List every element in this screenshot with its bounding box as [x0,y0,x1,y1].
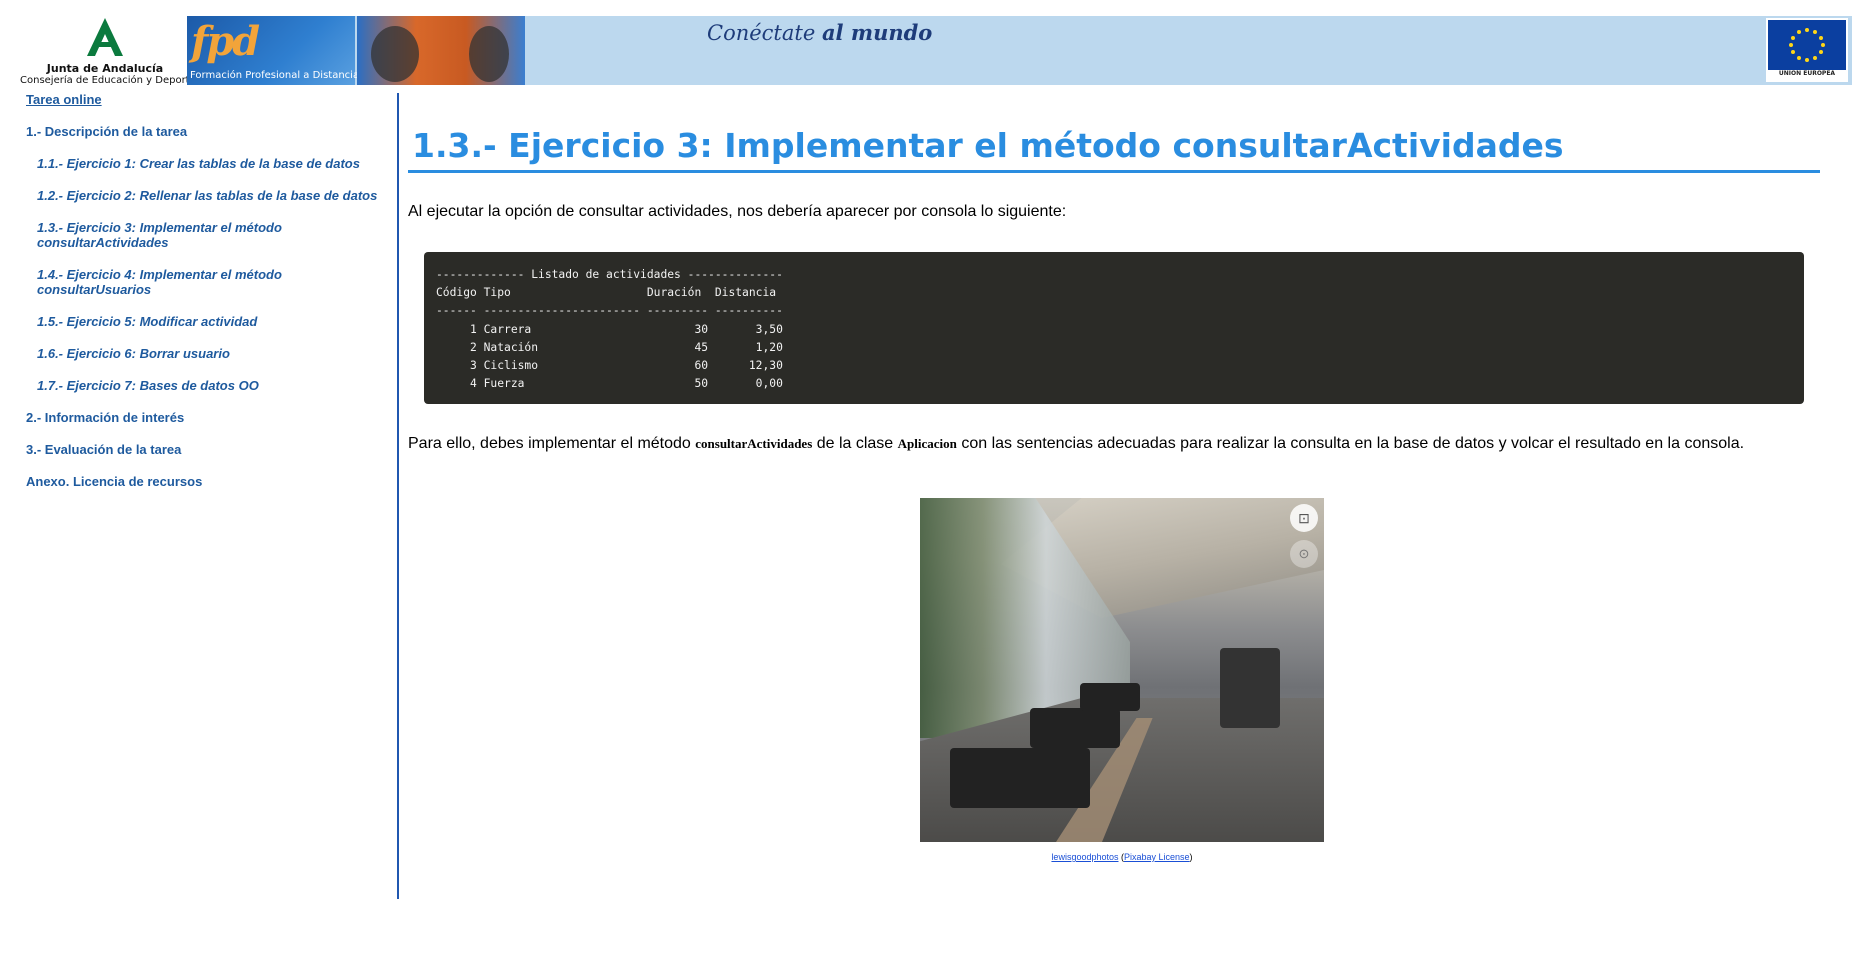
nav-item-ejercicio-5[interactable]: 1.5.- Ejercicio 5: Modificar actividad [37,314,396,329]
fpd-logo: fpd [191,18,260,65]
para2-part-b: de la clase [812,435,898,452]
intro-paragraph: Al ejecutar la opción de consultar activ… [408,203,1067,220]
junta-emblem-icon [87,18,123,56]
console-line: Código Tipo Duración Distancia [436,286,777,300]
image-options-icon[interactable]: ⊙ [1290,540,1318,568]
console-line: 4 Fuerza 50 0,00 [436,377,783,391]
credit-license-link[interactable]: Pixabay License [1124,852,1190,862]
fpd-logo-block[interactable]: fpd Formación Profesional a Distancia [187,16,359,85]
nav-item-descripcion[interactable]: 1.- Descripción de la tarea [26,124,396,139]
treadmill-shape [1080,683,1140,711]
gym-figure: ⊡ ⊙ lewisgoodphotos (Pixabay License) [920,498,1324,862]
fpd-text: Formación Profesional a Distancia [190,70,360,81]
para2-part-c: con las sentencias adecuadas para realiz… [956,435,1745,452]
gym-photo[interactable]: ⊡ ⊙ [920,498,1324,842]
console-line: 2 Natación 45 1,20 [470,340,783,354]
fpd-banner: fpd Formación Profesional a Distancia Co… [187,16,1852,85]
eu-logo: UNIÓN EUROPEA [1766,18,1848,82]
eu-flag-icon [1768,20,1846,70]
header-banner: Junta de Andalucía Consejería de Educaci… [0,0,1865,90]
nav-item-anexo[interactable]: Anexo. Licencia de recursos [26,474,396,489]
treadmill-shape [1030,708,1120,748]
nav-item-ejercicio-2[interactable]: 1.2.- Ejercicio 2: Rellenar las tablas d… [37,188,396,203]
sidebar-nav: Tarea online 1.- Descripción de la tarea… [26,92,396,506]
console-line: ------ ----------------------- ---------… [436,304,783,318]
junta-name: Junta de Andalucía [46,62,164,75]
headphones-right-icon [469,26,509,82]
code-consultar-actividades: consultarActividades [695,436,813,451]
console-text: ------------- Listado de actividades ---… [436,266,783,393]
nav-tarea-online[interactable]: Tarea online [26,92,396,107]
instructions-paragraph: Para ello, debes implementar el método c… [408,434,1828,454]
main-content: 1.3.- Ejercicio 3: Implementar el método… [408,120,1828,862]
console-line: 3 Ciclismo 60 12,30 [470,359,783,373]
nav-item-ejercicio-1[interactable]: 1.1.- Ejercicio 1: Crear las tablas de l… [37,156,396,171]
nav-item-ejercicio-3[interactable]: 1.3.- Ejercicio 3: Implementar el método… [37,220,307,250]
treadmill-shape [950,748,1090,808]
headphones-left-icon [371,26,419,82]
console-line: 1 Carrera 30 3,50 [470,322,783,336]
console-line: ------------- Listado de actividades ---… [436,268,783,281]
page-title: 1.3.- Ejercicio 3: Implementar el método… [412,126,1564,165]
nav-item-evaluacion[interactable]: 3.- Evaluación de la tarea [26,442,396,457]
treadmill-shape [1220,648,1280,728]
junta-subtitle: Consejería de Educación y Deporte [20,75,196,86]
title-rule [408,170,1820,173]
slogan-part-a: Conéctate [707,21,816,45]
para2-part-a: Para ello, debes implementar el método [408,435,696,452]
credit-author-link[interactable]: lewisgoodphotos [1051,852,1118,862]
nav-item-informacion[interactable]: 2.- Información de interés [26,410,396,425]
banner-photo [357,16,525,85]
nav-item-ejercicio-4[interactable]: 1.4.- Ejercicio 4: Implementar el método… [37,267,307,297]
banner-slogan: Conéctate al mundo [707,20,932,45]
slogan-part-b: al mundo [821,20,933,45]
sidebar-divider [397,93,399,899]
credit-close: ) [1189,852,1193,862]
console-output: ------------- Listado de actividades ---… [424,252,1804,404]
code-aplicacion: Aplicacion [897,436,957,451]
eu-label: UNIÓN EUROPEA [1778,70,1836,77]
junta-andalucia-logo[interactable]: Junta de Andalucía Consejería de Educaci… [20,16,196,86]
nav-item-ejercicio-6[interactable]: 1.6.- Ejercicio 6: Borrar usuario [37,346,396,361]
visual-search-icon[interactable]: ⊡ [1290,504,1318,532]
nav-item-ejercicio-7[interactable]: 1.7.- Ejercicio 7: Bases de datos OO [37,378,396,393]
image-credit: lewisgoodphotos (Pixabay License) [920,852,1324,862]
